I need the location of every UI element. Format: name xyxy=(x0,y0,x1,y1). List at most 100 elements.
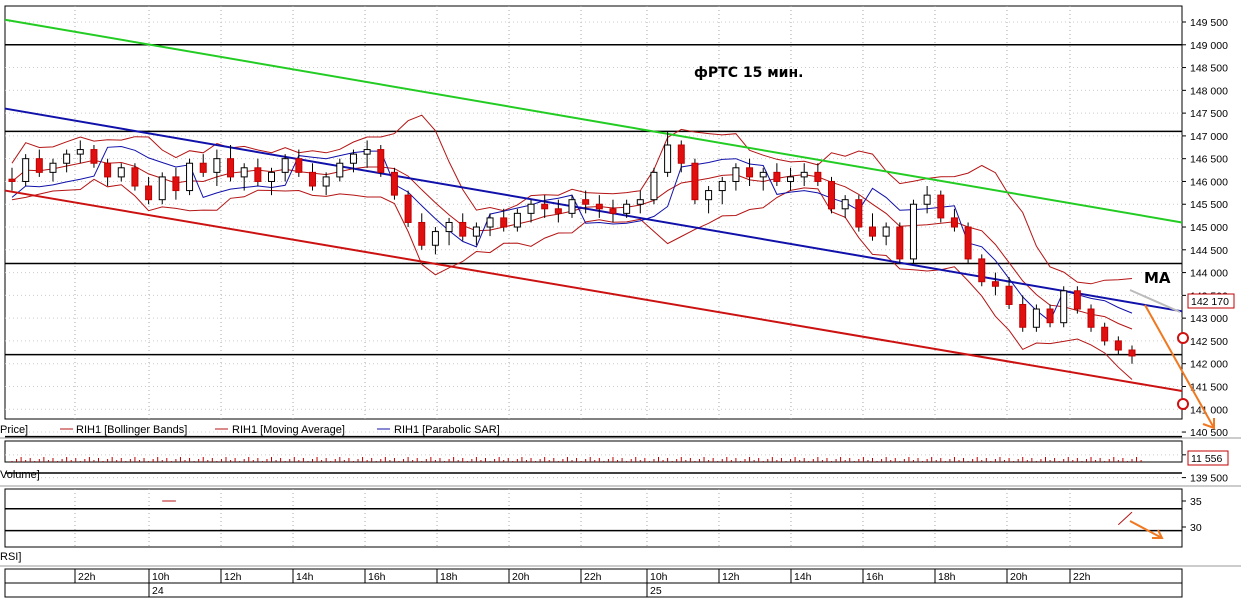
candle-body xyxy=(254,167,262,182)
candle-body xyxy=(787,176,795,182)
candle-body xyxy=(322,176,330,187)
volume-panel xyxy=(4,440,1183,463)
candle-body xyxy=(76,149,84,155)
candle-body xyxy=(868,226,876,237)
legend-item-moving-average: RIH1 [Moving Average] xyxy=(232,424,345,436)
candle-body xyxy=(746,167,754,178)
rsi-label: RSI] xyxy=(0,551,21,563)
candle-body xyxy=(964,226,972,260)
candle-body xyxy=(363,149,371,155)
candle-body xyxy=(896,226,904,260)
candle-body xyxy=(527,203,535,214)
y-tick-label: 146 500 xyxy=(1190,154,1228,166)
y-tick-label: 145 000 xyxy=(1190,222,1228,234)
candle-body xyxy=(35,158,43,173)
candle-body xyxy=(486,217,494,228)
candle-body xyxy=(636,199,644,205)
y-tick-label: 148 500 xyxy=(1190,63,1228,75)
x-tick-label: 14h xyxy=(794,571,812,583)
x-tick-label: 22h xyxy=(1073,571,1091,583)
candle-body xyxy=(513,212,521,228)
candle-body xyxy=(1005,285,1013,305)
volume-value-label: 11 556 xyxy=(1191,453,1222,465)
y-tick-label: 143 000 xyxy=(1190,313,1228,325)
date-tick-label: 25 xyxy=(650,585,662,597)
candle-body xyxy=(295,158,303,173)
y-tick-label: 147 000 xyxy=(1190,131,1228,143)
candle-body xyxy=(664,144,672,173)
x-tick-label: 16h xyxy=(368,571,386,583)
y-tick-label: 145 500 xyxy=(1190,199,1228,211)
candle-body xyxy=(500,217,508,228)
candle-body xyxy=(213,158,221,173)
candle-body xyxy=(828,180,836,210)
legend-item-parabolic-sar: RIH1 [Parabolic SAR] xyxy=(394,424,500,436)
candle-body xyxy=(131,167,139,187)
rsi-panel xyxy=(4,488,1183,548)
y-tick-label: 141 000 xyxy=(1190,404,1228,416)
x-tick-label: 12h xyxy=(722,571,740,583)
candle-body xyxy=(732,167,740,182)
y-tick-label: 142 500 xyxy=(1190,336,1228,348)
candle-body xyxy=(1114,340,1122,351)
candle-body xyxy=(22,158,30,182)
volume-label: Volume] xyxy=(0,469,40,481)
candle-body xyxy=(445,221,453,233)
candle-body xyxy=(691,162,699,201)
candle-body xyxy=(472,226,480,237)
candle-body xyxy=(800,171,808,178)
candle-body xyxy=(978,258,986,283)
ma-annotation: MA xyxy=(1144,269,1171,287)
legend-item-bollinger: RIH1 [Bollinger Bands] xyxy=(76,424,187,436)
y-tick-label: 149 500 xyxy=(1190,17,1228,29)
candle-body xyxy=(623,203,631,214)
candle-body xyxy=(1073,290,1081,310)
candle-body xyxy=(705,190,713,201)
x-tick-label: 22h xyxy=(78,571,96,583)
candle-body xyxy=(349,153,357,164)
candle-body xyxy=(431,231,439,246)
candle-body xyxy=(1032,308,1040,328)
target-marker-lower xyxy=(1177,398,1189,410)
candle-body xyxy=(227,158,235,178)
candle-body xyxy=(186,162,194,192)
candle-body xyxy=(814,171,822,182)
candle-body xyxy=(459,221,467,237)
candle-body xyxy=(554,208,562,214)
candle-body xyxy=(117,167,125,178)
candle-body xyxy=(582,199,590,205)
chart: 149 500 149 000 148 500 148 000 147 500 147 0… xyxy=(0,5,1241,598)
candle-body xyxy=(240,167,248,178)
rsi-tick-label: 35 xyxy=(1190,496,1202,508)
candle-body xyxy=(773,171,781,182)
candle-body xyxy=(281,158,289,173)
candle-body xyxy=(377,149,385,173)
candle-body xyxy=(336,162,344,178)
x-tick-label: 10h xyxy=(152,571,170,583)
x-tick-label: 12h xyxy=(224,571,242,583)
candle-body xyxy=(937,194,945,219)
candle-body xyxy=(759,171,767,178)
candle-body xyxy=(404,194,412,223)
candle-body xyxy=(950,217,958,228)
candle-body xyxy=(268,171,276,182)
candle-body xyxy=(49,162,57,173)
candle-body xyxy=(991,281,999,287)
y-tick-label: 148 000 xyxy=(1190,85,1228,97)
x-tick-label: 16h xyxy=(866,571,884,583)
candle-body xyxy=(650,171,658,201)
candle-body xyxy=(541,203,549,210)
x-tick-label: 18h xyxy=(938,571,956,583)
x-tick-label: 10h xyxy=(650,571,668,583)
y-tick-label: 139 500 xyxy=(1190,473,1228,485)
candle-body xyxy=(390,171,398,196)
candle-body xyxy=(1046,308,1054,324)
candle-body xyxy=(923,194,931,205)
candle-body xyxy=(718,180,726,192)
x-tick-label: 14h xyxy=(296,571,314,583)
candle-body xyxy=(1019,303,1027,328)
candle-body xyxy=(90,149,98,164)
candle-body xyxy=(677,144,685,164)
x-tick-label: 18h xyxy=(440,571,458,583)
y-tick-label: 141 500 xyxy=(1190,381,1228,393)
